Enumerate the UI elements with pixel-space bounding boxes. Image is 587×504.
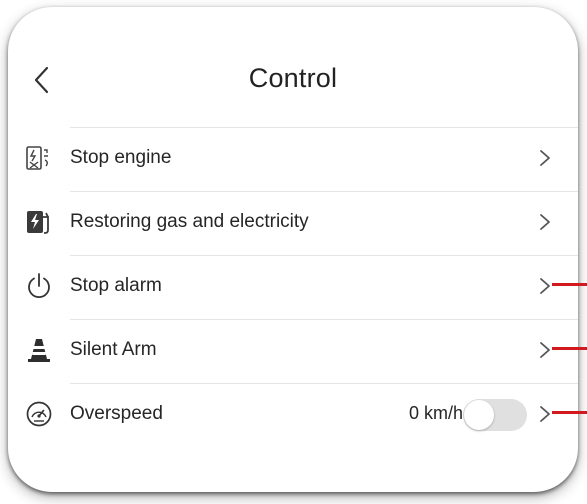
speedometer-icon (26, 401, 52, 427)
chevron-right-icon (540, 342, 550, 358)
divider (70, 127, 578, 128)
item-label: Restoring gas and electricity (70, 211, 309, 232)
chevron-right-icon (540, 214, 550, 230)
chevron-right-icon (540, 406, 550, 422)
page-title: Control (248, 63, 338, 93)
chevron-right-icon (540, 150, 550, 166)
speed-value: 0 km/h (408, 403, 463, 423)
list-item-restoring-gas-electricity[interactable]: Restoring gas and electricity (8, 191, 578, 255)
red-marker (552, 347, 587, 350)
item-label: Silent Arm (70, 339, 157, 360)
overspeed-toggle[interactable] (463, 399, 527, 431)
engine-stop-icon (26, 146, 48, 170)
control-panel: Control Stop engine Restoring gas and el… (8, 7, 578, 492)
fuel-electricity-icon (27, 211, 49, 234)
header: Control (8, 7, 578, 127)
list-item-silent-arm[interactable]: Silent Arm (8, 319, 578, 383)
chevron-right-icon (540, 278, 550, 294)
list-item-stop-engine[interactable]: Stop engine (8, 127, 578, 191)
divider (70, 191, 578, 192)
list-item-stop-alarm[interactable]: Stop alarm (8, 255, 578, 319)
power-icon (28, 273, 50, 299)
divider (70, 383, 578, 384)
item-label: Stop alarm (70, 275, 162, 296)
item-label: Stop engine (70, 147, 172, 168)
toggle-knob (464, 400, 494, 430)
item-label: Overspeed (70, 403, 163, 424)
red-marker (552, 283, 587, 286)
red-marker (552, 411, 587, 414)
screen: Control Stop engine Restoring gas and el… (0, 0, 587, 504)
divider (70, 255, 578, 256)
traffic-cone-icon (28, 339, 50, 362)
divider (70, 319, 578, 320)
list-item-overspeed[interactable]: Overspeed 0 km/h (8, 383, 578, 447)
